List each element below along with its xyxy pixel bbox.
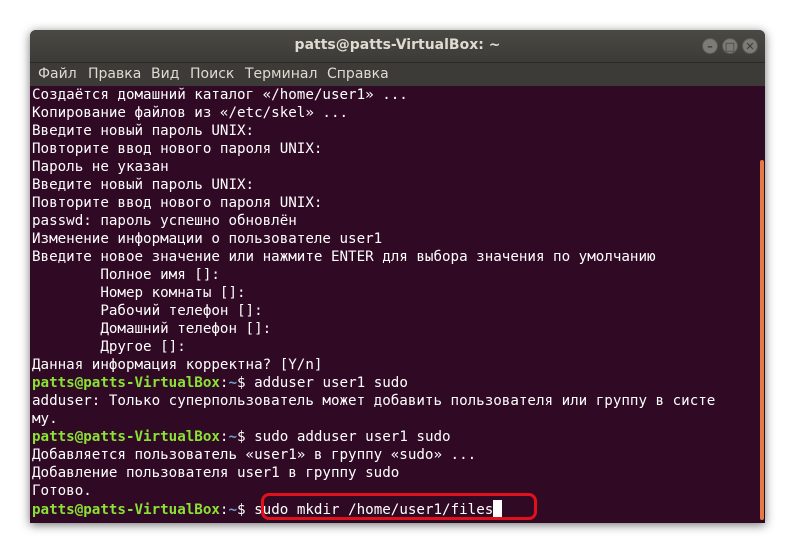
command-line: patts@patts-VirtualBox:~$ adduser user1 … — [32, 375, 408, 391]
output-line: Данная информация корректна? [Y/n] — [32, 357, 323, 373]
output-line: Введите новое значение или нажмите ENTER… — [32, 249, 656, 265]
output-line: Пароль не указан — [32, 159, 169, 175]
output-line: Введите новый пароль UNIX: — [32, 177, 255, 193]
prompt-path: ~ — [228, 502, 238, 518]
output-line: Добавление пользователя user1 в группу s… — [32, 465, 400, 481]
output-line: Повторите ввод нового пароля UNIX: — [32, 195, 323, 211]
close-icon[interactable]: ✕ — [742, 38, 758, 54]
command-text: adduser user1 sudo — [254, 375, 408, 391]
output-line: Добавляется пользователь «user1» в групп… — [32, 447, 477, 463]
prompt-symbol: $ — [237, 502, 255, 518]
menu-bar: Файл Правка Вид Поиск Терминал Справка — [30, 63, 765, 86]
scrollbar[interactable] — [760, 160, 764, 520]
output-line: Полное имя []: — [32, 267, 220, 283]
menu-terminal[interactable]: Терминал — [245, 66, 317, 82]
output-line: passwd: пароль успешно обновлён — [32, 213, 297, 229]
output-line: Копирование файлов из «/etc/skel» ... — [32, 105, 349, 121]
output-line: Создаётся домашний каталог «/home/user1»… — [32, 87, 408, 103]
command-line: patts@patts-VirtualBox:~$ sudo adduser u… — [32, 429, 451, 445]
menu-file[interactable]: Файл — [38, 66, 77, 82]
command-text: sudo adduser user1 sudo — [254, 429, 451, 445]
output-line: adduser: Только суперпользователь может … — [32, 393, 716, 409]
output-line: Повторите ввод нового пароля UNIX: — [32, 141, 323, 157]
menu-view[interactable]: Вид — [151, 66, 179, 82]
title-bar[interactable]: patts@patts-VirtualBox: ~ – □ ✕ — [30, 30, 765, 63]
output-line: Домашний телефон []: — [32, 321, 272, 337]
prompt-path: ~ — [228, 375, 238, 391]
menu-help[interactable]: Справка — [327, 66, 389, 82]
terminal-window: patts@patts-VirtualBox: ~ – □ ✕ Файл Пра… — [30, 30, 765, 523]
output-line: Другое []: — [32, 339, 186, 355]
window-title: patts@patts-VirtualBox: ~ — [294, 37, 501, 53]
minimize-icon[interactable]: – — [702, 38, 718, 54]
command-highlight — [261, 493, 537, 520]
prompt-symbol: $ — [237, 375, 255, 391]
prompt-user: patts@patts-VirtualBox — [32, 429, 220, 445]
output-line: му. — [32, 411, 58, 427]
output-line: Рабочий телефон []: — [32, 303, 263, 319]
prompt-path: ~ — [228, 429, 238, 445]
terminal-output[interactable]: Создаётся домашний каталог «/home/user1»… — [30, 86, 765, 523]
menu-search[interactable]: Поиск — [190, 66, 234, 82]
output-line: Готово. — [32, 483, 92, 499]
output-line: Номер комнаты []: — [32, 285, 246, 301]
prompt-user: patts@patts-VirtualBox — [32, 375, 220, 391]
output-line: Изменение информации о пользователе user… — [32, 231, 383, 247]
maximize-icon[interactable]: □ — [722, 38, 738, 54]
menu-edit[interactable]: Правка — [88, 66, 141, 82]
prompt-symbol: $ — [237, 429, 255, 445]
output-line: Введите новый пароль UNIX: — [32, 123, 255, 139]
prompt-user: patts@patts-VirtualBox — [32, 502, 220, 518]
